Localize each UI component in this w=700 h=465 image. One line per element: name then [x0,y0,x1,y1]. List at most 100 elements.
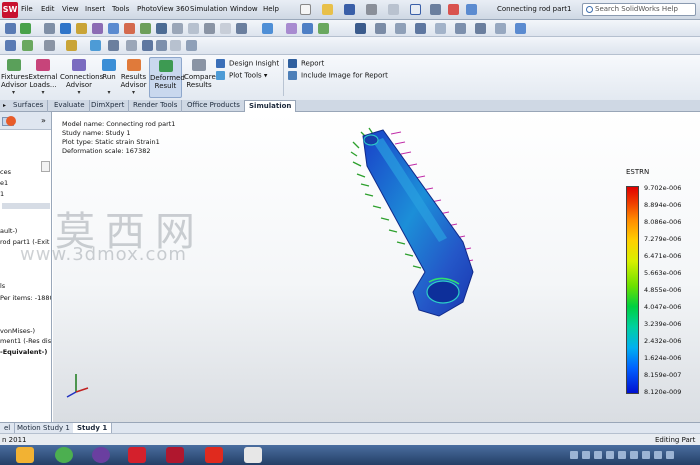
area-hatch-icon[interactable] [204,23,215,34]
menu-tools[interactable]: Tools [112,5,129,13]
relations-icon[interactable] [186,40,197,51]
zoom-fit-icon[interactable] [395,23,406,34]
tree-item[interactable]: 1 [0,190,4,198]
tab-office-products[interactable]: Office Products [183,100,245,112]
file-icon[interactable] [244,447,262,463]
pdf-icon[interactable] [205,447,223,463]
tray-icon[interactable] [618,451,626,459]
view-orientation-icon[interactable] [5,23,16,34]
menu-view[interactable]: View [62,5,79,13]
cosmetic-thread-icon[interactable] [286,23,297,34]
revision-icon[interactable] [262,23,273,34]
tray-icon[interactable] [582,451,590,459]
arc-icon[interactable] [66,40,77,51]
tree-item[interactable]: ls [0,282,5,290]
view-normal-icon[interactable] [475,23,486,34]
move-icon[interactable] [355,23,366,34]
save-icon[interactable] [344,4,355,15]
geometric-tolerance-icon[interactable] [156,23,167,34]
isometric-icon[interactable] [495,23,506,34]
spline-icon[interactable] [90,40,101,51]
section-view-icon[interactable] [435,23,446,34]
design-insight-button[interactable]: Design Insight [216,59,279,71]
balloon-icon[interactable] [76,23,87,34]
menu-window[interactable]: Window [230,5,258,13]
rotate-icon[interactable] [375,23,386,34]
deformed-result-button[interactable]: Deformed Result [149,57,185,98]
trim-icon[interactable] [126,40,137,51]
tray-icon[interactable] [606,451,614,459]
ruby-icon[interactable] [166,447,184,463]
hole-callout-icon[interactable] [124,23,135,34]
offset-icon[interactable] [142,40,153,51]
file-properties-icon[interactable] [466,4,477,15]
open-folder-icon[interactable] [322,4,333,15]
menu-file[interactable]: File [21,5,33,13]
tray-icon[interactable] [642,451,650,459]
tree-item[interactable]: ment1 (-Res disp [0,337,51,345]
tree-item[interactable]: Per items: -18800 [0,294,51,302]
search-input[interactable]: Search SolidWorks Help [582,3,696,16]
spelling-icon[interactable] [44,23,55,34]
pan-icon[interactable] [415,23,426,34]
menu-help[interactable]: Help [263,5,279,13]
results-advisor-button[interactable]: Results Advisor ▾ [120,57,147,98]
line-icon[interactable] [44,40,55,51]
mirror-icon[interactable] [156,40,167,51]
tray-icon[interactable] [594,451,602,459]
options-icon[interactable] [448,4,459,15]
display-style-icon[interactable] [20,23,31,34]
datum-icon[interactable] [92,23,103,34]
tab-simulation[interactable]: Simulation [244,100,297,112]
table-icon[interactable] [236,23,247,34]
tab-dimxpert[interactable]: DimXpert [87,100,130,112]
run-button[interactable]: Run ▾ [100,57,118,98]
compare-results-button[interactable]: Compare Results [184,57,216,98]
show-desktop-icon[interactable] [16,447,34,463]
tree-item[interactable]: ces [0,168,11,176]
pattern-icon[interactable] [170,40,181,51]
standard-views-icon[interactable] [455,23,466,34]
print-icon[interactable] [366,4,377,15]
point-icon[interactable] [108,40,119,51]
hidden-lines-icon[interactable] [515,23,526,34]
plot-tools-button[interactable]: Plot Tools ▾ [216,71,279,83]
tab-scroll-icon[interactable]: ▸ [3,102,6,109]
solidworks-icon[interactable] [128,447,146,463]
block-icon[interactable] [220,23,231,34]
sketch-icon[interactable] [5,40,16,51]
weld-icon[interactable] [108,23,119,34]
external-loads-button[interactable]: External Loads... ▾ [28,57,58,98]
media-player-icon[interactable] [92,447,110,463]
tray-icon[interactable] [630,451,638,459]
dowel-icon[interactable] [318,23,329,34]
tree-item-active-plot[interactable]: -Equivalent-) [0,348,47,356]
tree-item[interactable]: e1 [0,179,8,187]
expand-panel-icon[interactable]: » [41,116,46,125]
connections-advisor-button[interactable]: Connections Advisor ▾ [60,57,103,98]
centerline-icon[interactable] [188,23,199,34]
chrome-icon[interactable] [55,447,73,463]
include-image-button[interactable]: Include Image for Report [288,71,388,83]
scrollbar-thumb[interactable] [41,161,50,172]
appearance-icon[interactable] [6,116,16,126]
rebuild-icon[interactable] [430,4,441,15]
select-icon[interactable] [410,4,421,15]
tab-evaluate[interactable]: Evaluate [50,100,90,112]
fixtures-advisor-button[interactable]: Fixtures Advisor ▾ [1,57,28,98]
menu-simulation[interactable]: Simulation [190,5,227,13]
note-icon[interactable] [60,23,71,34]
tray-icon[interactable] [654,451,662,459]
tray-icon[interactable] [666,451,674,459]
center-mark-icon[interactable] [172,23,183,34]
menu-insert[interactable]: Insert [85,5,105,13]
solidworks-logo[interactable]: SW [2,2,18,18]
undo-icon[interactable] [388,4,399,15]
menu-edit[interactable]: Edit [41,5,55,13]
tree-item[interactable]: ault-) [0,227,17,235]
report-button[interactable]: Report [288,59,388,71]
tab-render-tools[interactable]: Render Tools [129,100,183,112]
menu-photoview[interactable]: PhotoView 360 [137,5,189,13]
smart-dimension-icon[interactable] [22,40,33,51]
connecting-rod-model[interactable] [343,122,493,322]
